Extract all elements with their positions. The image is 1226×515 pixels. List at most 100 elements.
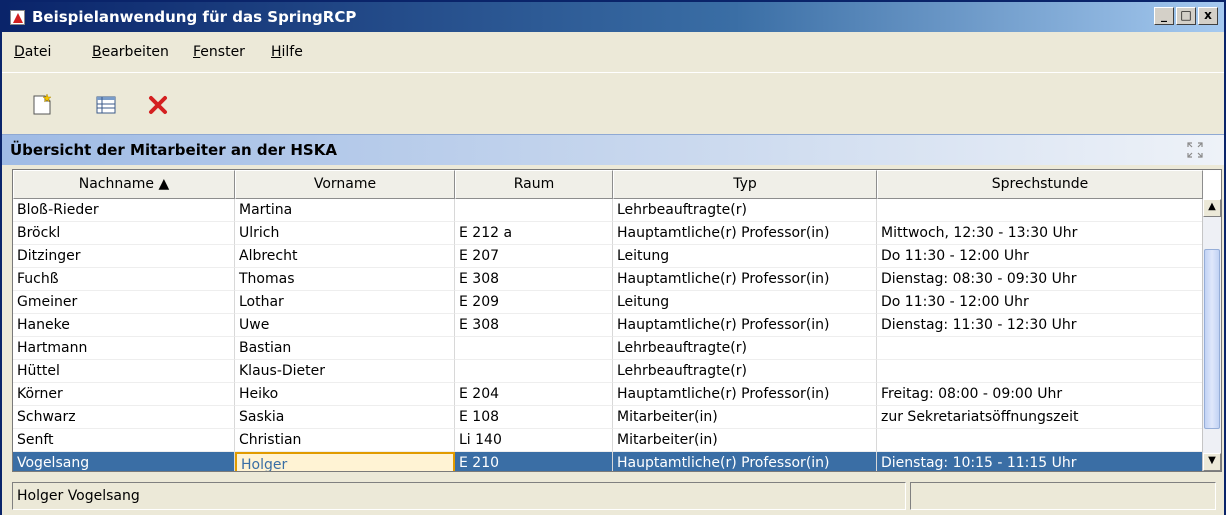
cell-raum[interactable] — [455, 199, 613, 222]
cell-vorname[interactable]: Holger — [235, 452, 455, 471]
cell-typ[interactable]: Hauptamtliche(r) Professor(in) — [613, 222, 877, 245]
cell-typ[interactable]: Lehrbeauftragte(r) — [613, 199, 877, 222]
menu-fenster[interactable]: Fenster — [193, 44, 245, 60]
cell-typ[interactable]: Hauptamtliche(r) Professor(in) — [613, 452, 877, 471]
cell-sprechstunde[interactable] — [877, 429, 1203, 452]
table-row[interactable]: Bloß-Rieder Martina Lehrbeauftragte(r) — [13, 199, 1203, 222]
cell-typ[interactable]: Lehrbeauftragte(r) — [613, 360, 877, 383]
cell-raum[interactable]: E 204 — [455, 383, 613, 406]
cell-typ[interactable]: Hauptamtliche(r) Professor(in) — [613, 268, 877, 291]
cell-nachname[interactable]: Hartmann — [13, 337, 235, 360]
cell-nachname[interactable]: Vogelsang — [13, 452, 235, 471]
scroll-up-icon[interactable]: ▲ — [1203, 199, 1221, 217]
cell-sprechstunde[interactable] — [877, 199, 1203, 222]
table-row[interactable]: Fuchß Thomas E 308 Hauptamtliche(r) Profess… — [13, 268, 1203, 291]
cell-sprechstunde[interactable]: Dienstag: 10:15 - 11:15 Uhr — [877, 452, 1203, 471]
table-row[interactable]: Ditzinger Albrecht E 207 Leitung Do 11:30 - … — [13, 245, 1203, 268]
cell-vorname[interactable]: Bastian — [235, 337, 455, 360]
vertical-scrollbar[interactable]: ▲ ▼ — [1202, 199, 1221, 471]
cell-nachname[interactable]: Senft — [13, 429, 235, 452]
cell-nachname[interactable]: Bloß-Rieder — [13, 199, 235, 222]
cell-sprechstunde[interactable] — [877, 360, 1203, 383]
menu-bar: Datei Bearbeiten Fenster Hilfe — [2, 32, 1224, 72]
cell-raum[interactable] — [455, 337, 613, 360]
cell-typ[interactable]: Mitarbeiter(in) — [613, 406, 877, 429]
cell-raum[interactable]: E 207 — [455, 245, 613, 268]
table-row[interactable]: Gmeiner Lothar E 209 Leitung Do 11:30 - 12:0… — [13, 291, 1203, 314]
table-row[interactable]: Hüttel Klaus-Dieter Lehrbeauftragte(r) — [13, 360, 1203, 383]
close-button[interactable]: x — [1198, 7, 1218, 25]
cell-nachname[interactable]: Hüttel — [13, 360, 235, 383]
table-row[interactable]: Haneke Uwe E 308 Hauptamtliche(r) Professor… — [13, 314, 1203, 337]
cell-raum[interactable]: E 108 — [455, 406, 613, 429]
cell-nachname[interactable]: Körner — [13, 383, 235, 406]
cell-sprechstunde[interactable]: zur Sekretariatsöffnungszeit — [877, 406, 1203, 429]
cell-raum[interactable]: E 212 a — [455, 222, 613, 245]
cell-typ[interactable]: Lehrbeauftragte(r) — [613, 337, 877, 360]
maximize-button[interactable]: □ — [1176, 7, 1196, 25]
table-row[interactable]: Körner Heiko E 204 Hauptamtliche(r) Profess… — [13, 383, 1203, 406]
cell-nachname[interactable]: Bröckl — [13, 222, 235, 245]
new-document-icon[interactable] — [30, 93, 54, 117]
column-header-typ[interactable]: Typ — [613, 170, 877, 199]
table-row[interactable]: Schwarz Saskia E 108 Mitarbeiter(in) zur Sek… — [13, 406, 1203, 429]
table-row[interactable]: Senft Christian Li 140 Mitarbeiter(in) — [13, 429, 1203, 452]
table-view-icon[interactable] — [94, 93, 118, 117]
cell-vorname[interactable]: Thomas — [235, 268, 455, 291]
cell-sprechstunde[interactable]: Do 11:30 - 12:00 Uhr — [877, 291, 1203, 314]
cell-nachname[interactable]: Ditzinger — [13, 245, 235, 268]
cell-sprechstunde[interactable]: Mittwoch, 12:30 - 13:30 Uhr — [877, 222, 1203, 245]
cell-nachname[interactable]: Schwarz — [13, 406, 235, 429]
cell-typ[interactable]: Leitung — [613, 291, 877, 314]
column-header-nachname[interactable]: Nachname ▲ — [13, 170, 235, 199]
column-header-sprechstunde[interactable]: Sprechstunde — [877, 170, 1203, 199]
scroll-down-icon[interactable]: ▼ — [1203, 453, 1221, 471]
cell-vorname[interactable]: Martina — [235, 199, 455, 222]
table-body: Bloß-Rieder Martina Lehrbeauftragte(r) Bröc… — [13, 199, 1203, 471]
cell-raum[interactable]: E 209 — [455, 291, 613, 314]
cell-typ[interactable]: Hauptamtliche(r) Professor(in) — [613, 314, 877, 337]
cell-typ[interactable]: Leitung — [613, 245, 877, 268]
cell-raum[interactable] — [455, 360, 613, 383]
column-header-vorname[interactable]: Vorname — [235, 170, 455, 199]
employee-table: Nachname ▲ Vorname Raum Typ Sprechstunde… — [12, 169, 1222, 472]
maximize-view-icon[interactable] — [1186, 141, 1204, 159]
cell-nachname[interactable]: Fuchß — [13, 268, 235, 291]
table-row[interactable]: Vogelsang Holger E 210 Hauptamtliche(r) Pro… — [13, 452, 1203, 471]
cell-vorname[interactable]: Uwe — [235, 314, 455, 337]
cell-sprechstunde[interactable] — [877, 337, 1203, 360]
app-icon — [10, 10, 25, 25]
cell-vorname[interactable]: Saskia — [235, 406, 455, 429]
cell-nachname[interactable]: Gmeiner — [13, 291, 235, 314]
cell-vorname[interactable]: Heiko — [235, 383, 455, 406]
cell-nachname[interactable]: Haneke — [13, 314, 235, 337]
cell-sprechstunde[interactable]: Freitag: 08:00 - 09:00 Uhr — [877, 383, 1203, 406]
application-window: Beispielanwendung für das SpringRCP _ □ … — [0, 0, 1226, 515]
table-header: Nachname ▲ Vorname Raum Typ Sprechstunde — [13, 170, 1203, 199]
delete-icon[interactable] — [146, 93, 170, 117]
cell-sprechstunde[interactable]: Dienstag: 11:30 - 12:30 Uhr — [877, 314, 1203, 337]
table-row[interactable]: Hartmann Bastian Lehrbeauftragte(r) — [13, 337, 1203, 360]
title-bar[interactable]: Beispielanwendung für das SpringRCP _ □ … — [2, 2, 1224, 32]
cell-vorname[interactable]: Christian — [235, 429, 455, 452]
menu-datei[interactable]: Datei — [14, 44, 51, 60]
column-header-raum[interactable]: Raum — [455, 170, 613, 199]
cell-sprechstunde[interactable]: Do 11:30 - 12:00 Uhr — [877, 245, 1203, 268]
menu-bearbeiten[interactable]: Bearbeiten — [92, 44, 169, 60]
cell-vorname[interactable]: Lothar — [235, 291, 455, 314]
cell-sprechstunde[interactable]: Dienstag: 08:30 - 09:30 Uhr — [877, 268, 1203, 291]
cell-raum[interactable]: E 308 — [455, 314, 613, 337]
cell-raum[interactable]: E 210 — [455, 452, 613, 471]
cell-raum[interactable]: E 308 — [455, 268, 613, 291]
cell-vorname[interactable]: Albrecht — [235, 245, 455, 268]
status-text: Holger Vogelsang — [12, 482, 906, 510]
cell-vorname[interactable]: Klaus-Dieter — [235, 360, 455, 383]
cell-typ[interactable]: Hauptamtliche(r) Professor(in) — [613, 383, 877, 406]
scrollbar-thumb[interactable] — [1204, 249, 1220, 429]
cell-vorname[interactable]: Ulrich — [235, 222, 455, 245]
cell-raum[interactable]: Li 140 — [455, 429, 613, 452]
menu-hilfe[interactable]: Hilfe — [271, 44, 303, 60]
minimize-button[interactable]: _ — [1154, 7, 1174, 25]
table-row[interactable]: Bröckl Ulrich E 212 a Hauptamtliche(r) Prof… — [13, 222, 1203, 245]
cell-typ[interactable]: Mitarbeiter(in) — [613, 429, 877, 452]
